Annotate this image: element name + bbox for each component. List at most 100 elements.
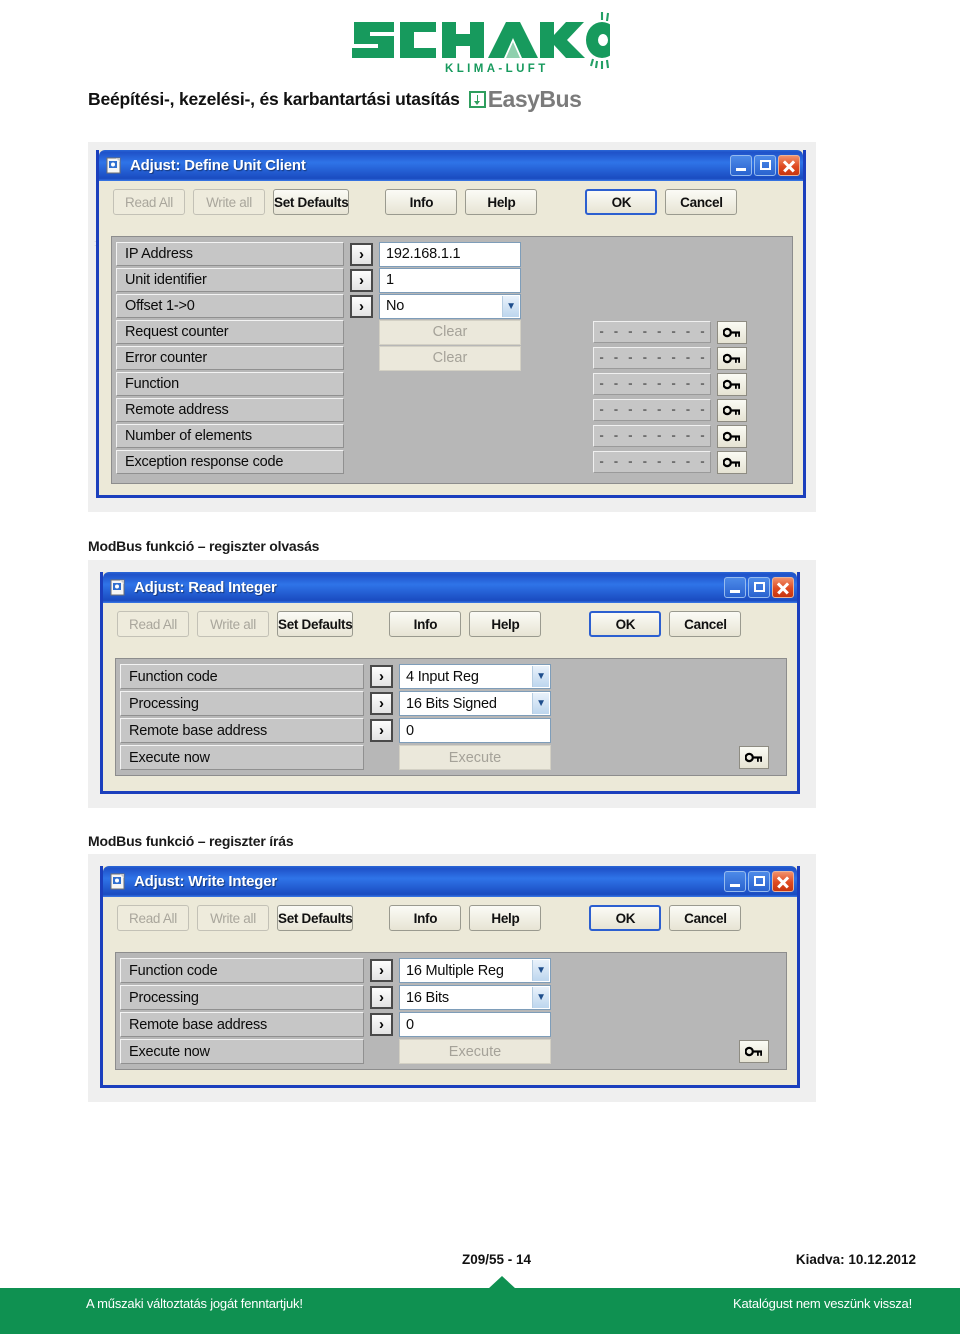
row-label: Error counter: [116, 346, 344, 370]
expand-arrow-button[interactable]: ›: [350, 242, 373, 266]
set-defaults-button[interactable]: Set Defaults: [277, 611, 354, 637]
window-controls: [730, 155, 800, 176]
expand-arrow-button[interactable]: ›: [350, 294, 373, 318]
lock-key-icon[interactable]: [717, 320, 747, 344]
issue-date: Kiadva: 10.12.2012: [795, 1252, 916, 1267]
expand-arrow-button[interactable]: ›: [370, 719, 393, 742]
row-label: Processing: [120, 691, 364, 716]
chevron-down-icon[interactable]: ▼: [532, 693, 549, 714]
lock-key-icon[interactable]: [717, 372, 747, 396]
table-row: Error counter › Clear - - - - - - - - - …: [116, 345, 792, 371]
read-all-button[interactable]: Read All: [117, 611, 189, 637]
help-button[interactable]: Help: [465, 189, 538, 215]
write-all-button[interactable]: Write all: [193, 189, 265, 215]
minimize-button[interactable]: [730, 155, 752, 176]
table-row: Exception response code › - - - - - - - …: [116, 449, 792, 475]
table-row: Function code › 16 Multiple Reg ▼: [120, 957, 786, 984]
function-code-select[interactable]: 16 Multiple Reg ▼: [399, 958, 551, 983]
write-all-button[interactable]: Write all: [197, 611, 269, 637]
number-of-elements-value: - - - - - - - - - - - - - - - - - - - -: [593, 425, 711, 447]
maximize-button[interactable]: [754, 155, 776, 176]
read-all-button[interactable]: Read All: [117, 905, 189, 931]
minimize-button[interactable]: [724, 577, 746, 598]
lock-key-icon[interactable]: [717, 424, 747, 448]
lock-key-icon[interactable]: [739, 746, 769, 769]
clear-request-counter-button[interactable]: Clear: [379, 319, 521, 345]
row-label: Processing: [120, 985, 364, 1010]
execute-button[interactable]: Execute: [399, 1039, 551, 1064]
expand-arrow-button[interactable]: ›: [370, 665, 393, 688]
info-button[interactable]: Info: [389, 611, 462, 637]
expand-arrow-button[interactable]: ›: [370, 692, 393, 715]
page-title-text: Beépítési-, kezelési-, és karbantartási …: [88, 88, 460, 109]
function-code-value: 4 Input Reg: [406, 668, 479, 685]
window-toolbar: Read All Write all Set Defaults Info Hel…: [99, 181, 803, 223]
close-icon[interactable]: [778, 155, 800, 176]
read-all-button[interactable]: Read All: [113, 189, 185, 215]
unit-identifier-field[interactable]: 1: [379, 267, 521, 293]
maximize-button[interactable]: [748, 871, 770, 892]
close-icon[interactable]: [772, 577, 794, 598]
caption-read-integer: ModBus funkció – regiszter olvasás: [88, 538, 320, 554]
window-title: Adjust: Read Integer: [134, 579, 277, 596]
table-row: IP Address › 192.168.1.1: [116, 241, 792, 267]
execute-button[interactable]: Execute: [399, 745, 551, 770]
ok-button[interactable]: OK: [589, 905, 662, 931]
window-controls: [724, 871, 794, 892]
window-app-icon: [106, 157, 123, 174]
screenshot-read-integer: Adjust: Read Integer Read All Write all …: [88, 560, 816, 808]
minimize-button[interactable]: [724, 871, 746, 892]
table-row: Execute now › Execute: [120, 744, 786, 771]
row-label: Remote base address: [120, 1012, 364, 1037]
caption-write-integer: ModBus funkció – regiszter írás: [88, 833, 294, 849]
row-label: Execute now: [120, 1039, 364, 1064]
row-label: Exception response code: [116, 450, 344, 474]
cancel-button[interactable]: Cancel: [669, 905, 742, 931]
maximize-button[interactable]: [748, 577, 770, 598]
table-row: Function code › 4 Input Reg ▼: [120, 663, 786, 690]
expand-arrow-button[interactable]: ›: [370, 959, 393, 982]
help-button[interactable]: Help: [469, 905, 542, 931]
row-label: Function code: [120, 664, 364, 689]
table-row: Number of elements › - - - - - - - - - -…: [116, 423, 792, 449]
remote-base-address-field[interactable]: 0: [399, 1012, 551, 1037]
row-label: Remote address: [116, 398, 344, 422]
lock-key-icon[interactable]: [717, 450, 747, 474]
offset-select[interactable]: No ▼: [379, 293, 521, 319]
schako-logo-svg: KLIMA-LUFT: [352, 12, 610, 75]
processing-select[interactable]: 16 Bits Signed ▼: [399, 691, 551, 716]
row-label: Offset 1->0: [116, 294, 344, 318]
clear-error-counter-button[interactable]: Clear: [379, 345, 521, 371]
expand-arrow-button[interactable]: ›: [370, 1013, 393, 1036]
close-icon[interactable]: [772, 871, 794, 892]
info-button[interactable]: Info: [385, 189, 458, 215]
chevron-down-icon[interactable]: ▼: [532, 960, 549, 981]
cancel-button[interactable]: Cancel: [669, 611, 742, 637]
page-title: Beépítési-, kezelési-, és karbantartási …: [88, 84, 888, 114]
ok-button[interactable]: OK: [585, 189, 658, 215]
chevron-down-icon[interactable]: ▼: [532, 666, 549, 687]
chevron-down-icon[interactable]: ▼: [532, 987, 549, 1008]
lock-key-icon[interactable]: [717, 346, 747, 370]
lock-key-icon[interactable]: [739, 1040, 769, 1063]
set-defaults-button[interactable]: Set Defaults: [277, 905, 354, 931]
cancel-button[interactable]: Cancel: [665, 189, 738, 215]
footer-right-note: Katalógust nem veszünk vissza!: [733, 1296, 912, 1311]
offset-select-value: No: [386, 298, 405, 314]
window-write-integer: Adjust: Write Integer Read All Write all…: [100, 866, 800, 1088]
ip-address-field[interactable]: 192.168.1.1: [379, 241, 521, 267]
expand-arrow-button[interactable]: ›: [370, 986, 393, 1009]
easybus-mark-icon: [468, 90, 486, 108]
info-button[interactable]: Info: [389, 905, 462, 931]
ok-button[interactable]: OK: [589, 611, 662, 637]
help-button[interactable]: Help: [469, 611, 542, 637]
chevron-down-icon[interactable]: ▼: [502, 295, 519, 317]
set-defaults-button[interactable]: Set Defaults: [273, 189, 350, 215]
write-all-button[interactable]: Write all: [197, 905, 269, 931]
function-code-select[interactable]: 4 Input Reg ▼: [399, 664, 551, 689]
lock-key-icon[interactable]: [717, 398, 747, 422]
expand-arrow-button[interactable]: ›: [350, 268, 373, 292]
processing-select[interactable]: 16 Bits ▼: [399, 985, 551, 1010]
window-title: Adjust: Define Unit Client: [130, 157, 306, 174]
remote-base-address-field[interactable]: 0: [399, 718, 551, 743]
